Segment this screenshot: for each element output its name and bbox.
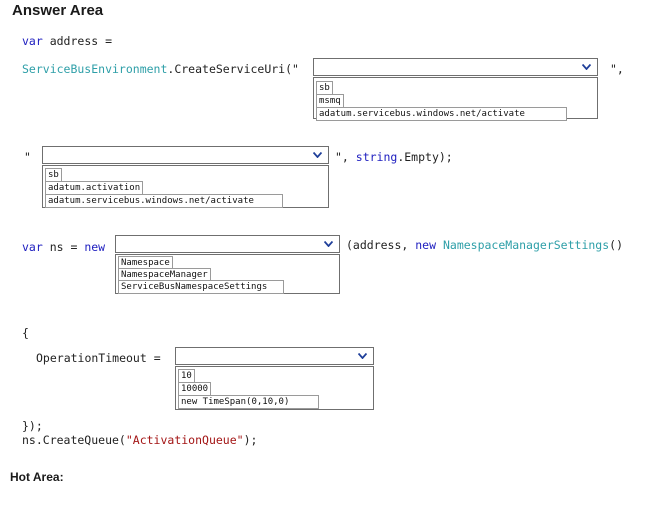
code-line-create-queue: ns.CreateQueue("ActivationQueue"); bbox=[22, 433, 257, 447]
option-service-bus-namespace-settings[interactable]: ServiceBusNamespaceSettings bbox=[118, 280, 284, 294]
option-10[interactable]: 10 bbox=[178, 369, 195, 383]
type-service-bus-environment: ServiceBusEnvironment bbox=[22, 62, 168, 76]
option-adatum-servicebus-url[interactable]: adatum.servicebus.windows.net/activate bbox=[316, 107, 567, 121]
code-text: ", bbox=[610, 62, 624, 76]
option-new-timespan[interactable]: new TimeSpan(0,10,0) bbox=[178, 395, 319, 409]
code-text: address = bbox=[42, 34, 113, 48]
code-line-address: var address = bbox=[22, 34, 112, 48]
code-text: ns = bbox=[42, 240, 85, 254]
option-adatum-activation[interactable]: adatum.activation bbox=[45, 181, 144, 195]
chevron-down-icon[interactable] bbox=[311, 148, 324, 162]
keyword-new: new bbox=[84, 240, 106, 254]
code-text: .CreateServiceUri(" bbox=[167, 62, 299, 76]
keyword-var: var bbox=[22, 240, 43, 254]
chevron-down-icon[interactable] bbox=[356, 349, 369, 363]
code-line-var-ns: var ns = new bbox=[22, 240, 105, 254]
namespace-dropdown[interactable] bbox=[42, 146, 329, 164]
class-options-list: Namespace NamespaceManager ServiceBusNam… bbox=[115, 254, 340, 294]
timeout-dropdown[interactable] bbox=[175, 347, 374, 365]
hot-area-label: Hot Area: bbox=[10, 470, 64, 484]
class-dropdown[interactable] bbox=[115, 235, 340, 253]
string-activation-queue: "ActivationQueue" bbox=[125, 433, 244, 447]
code-line-settings: (address, new NamespaceManagerSettings() bbox=[346, 238, 623, 252]
keyword-new: new bbox=[415, 238, 437, 252]
answer-area-heading: Answer Area bbox=[12, 2, 104, 19]
option-sb[interactable]: sb bbox=[316, 81, 333, 95]
chevron-down-icon[interactable] bbox=[580, 60, 593, 74]
code-text: (address, bbox=[346, 238, 416, 252]
timeout-options-list: 10 10000 new TimeSpan(0,10,0) bbox=[175, 366, 374, 410]
code-text: () bbox=[609, 238, 623, 252]
keyword-string: string bbox=[355, 150, 398, 164]
scheme-options-list: sb msmq adatum.servicebus.windows.net/ac… bbox=[313, 77, 598, 121]
keyword-var: var bbox=[22, 34, 43, 48]
type-namespace-manager-settings: NamespaceManagerSettings bbox=[442, 238, 610, 252]
namespace-options-list: sb adatum.activation adatum.servicebus.w… bbox=[42, 165, 329, 208]
option-sb[interactable]: sb bbox=[45, 168, 62, 182]
code-line-create-uri: ServiceBusEnvironment.CreateServiceUri(" bbox=[22, 62, 299, 76]
chevron-down-icon[interactable] bbox=[322, 237, 335, 251]
code-line-operation-timeout: OperationTimeout = bbox=[36, 351, 161, 365]
code-brace-open: { bbox=[22, 326, 29, 340]
code-text: ns.CreateQueue( bbox=[22, 433, 126, 447]
code-close: }); bbox=[22, 419, 43, 433]
option-msmq[interactable]: msmq bbox=[316, 94, 344, 108]
code-text: .Empty); bbox=[397, 150, 453, 164]
code-text: ); bbox=[243, 433, 258, 447]
option-adatum-servicebus-url[interactable]: adatum.servicebus.windows.net/activate bbox=[45, 194, 283, 208]
code-line-string-empty: ", string.Empty); bbox=[335, 150, 453, 164]
scheme-dropdown[interactable] bbox=[313, 58, 598, 76]
code-text: " bbox=[24, 150, 31, 164]
code-text: ", bbox=[335, 150, 356, 164]
option-10000[interactable]: 10000 bbox=[178, 382, 212, 396]
